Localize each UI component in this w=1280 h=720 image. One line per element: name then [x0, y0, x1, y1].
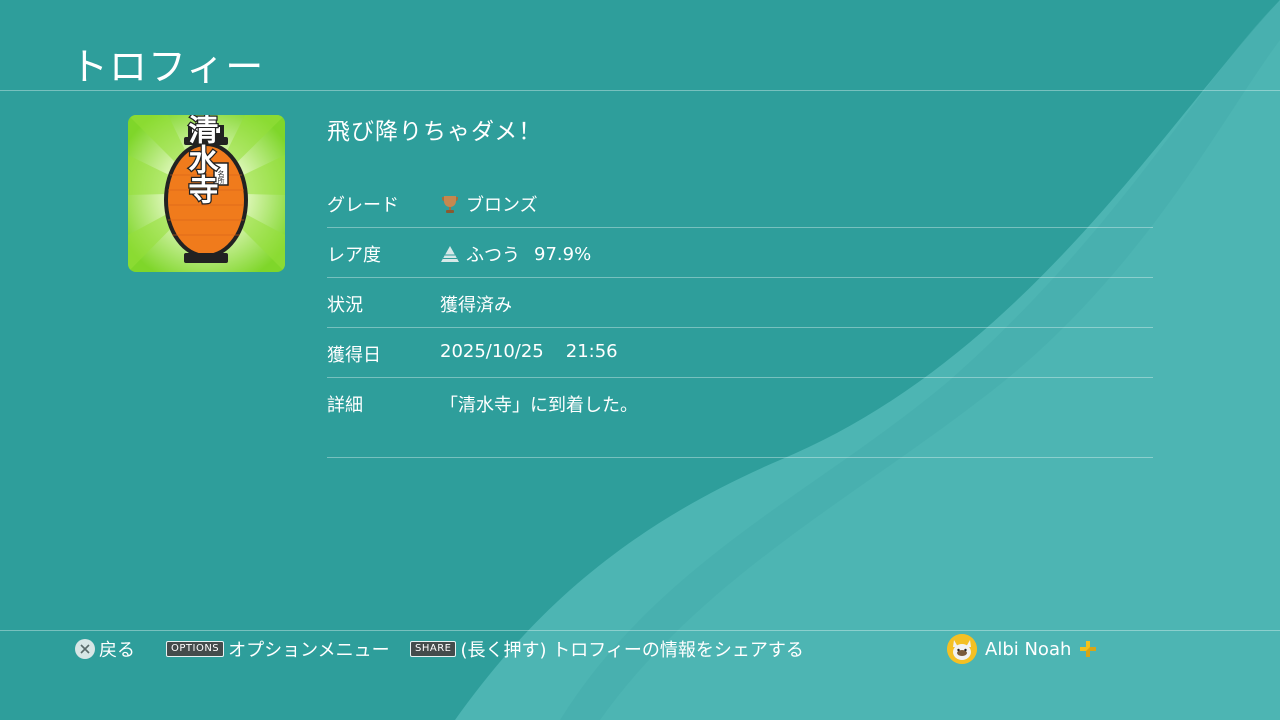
options-button-icon: OPTIONS [166, 641, 225, 657]
rarity-percent: 97.9% [534, 243, 592, 265]
page-title: トロフィー [70, 45, 265, 89]
description-label: 詳細 [327, 395, 363, 416]
grade-value: ブロンズ [440, 191, 538, 217]
detail-row-grade: グレード ブロンズ [327, 178, 1153, 228]
grade-text: ブロンズ [466, 195, 538, 216]
share-hint[interactable]: SHARE (長く押す) トロフィーの情報をシェアする [410, 636, 804, 662]
status-value: 獲得済み [440, 295, 512, 316]
trophy-icon-sublabel: 名所 [217, 169, 225, 185]
avatar [947, 634, 977, 664]
detail-row-earned-date: 獲得日 2025/10/25 21:56 [327, 328, 1153, 378]
ps-plus-icon [1080, 641, 1097, 657]
earned-time: 21:56 [565, 341, 618, 362]
detail-row-status: 状況 獲得済み [327, 278, 1153, 328]
description-value: 「清水寺」に到着した。 [440, 395, 638, 416]
earned-date-value: 2025/10/25 21:56 [440, 341, 618, 362]
header-divider [0, 90, 1280, 91]
back-hint[interactable]: 戻る [75, 636, 135, 662]
footer-bar: 戻る OPTIONS オプションメニュー SHARE (長く押す) トロフィーの… [0, 634, 1280, 664]
earned-date: 2025/10/25 [440, 341, 544, 362]
user-name: Albi Noah [985, 638, 1072, 660]
cross-button-icon [75, 639, 95, 659]
trophy-details: グレード ブロンズ レア度 ふつう 97.9% 状況 獲得済み 獲得日 2025… [327, 178, 1153, 458]
back-label: 戻る [99, 640, 135, 661]
rarity-text: ふつう [466, 245, 520, 266]
rarity-label: レア度 [327, 245, 381, 266]
trophy-image: 名所 清水寺 [128, 115, 285, 272]
trophy-detail-screen: トロフィー 名所 清水寺 飛び降りちゃダメ！ グレード ブロンズ レア度 ふつう… [0, 0, 1280, 720]
trophy-name: 飛び降りちゃダメ！ [327, 119, 543, 145]
bronze-trophy-icon [442, 196, 458, 213]
rarity-common-icon [441, 246, 459, 262]
detail-row-rarity: レア度 ふつう 97.9% [327, 228, 1153, 278]
share-button-icon: SHARE [410, 641, 457, 657]
status-label: 状況 [327, 295, 363, 316]
user-profile[interactable]: Albi Noah [947, 634, 1097, 664]
grade-label: グレード [327, 195, 399, 216]
rarity-value: ふつう 97.9% [440, 241, 591, 267]
options-label: オプションメニュー [228, 640, 390, 661]
trophy-icon-label: 清水寺 [183, 115, 219, 204]
share-label: (長く押す) トロフィーの情報をシェアする [460, 640, 804, 661]
options-hint[interactable]: OPTIONS オプションメニュー [166, 636, 390, 662]
footer-divider [0, 630, 1280, 631]
earned-date-label: 獲得日 [327, 345, 381, 366]
detail-row-description: 詳細 「清水寺」に到着した。 [327, 378, 1153, 458]
